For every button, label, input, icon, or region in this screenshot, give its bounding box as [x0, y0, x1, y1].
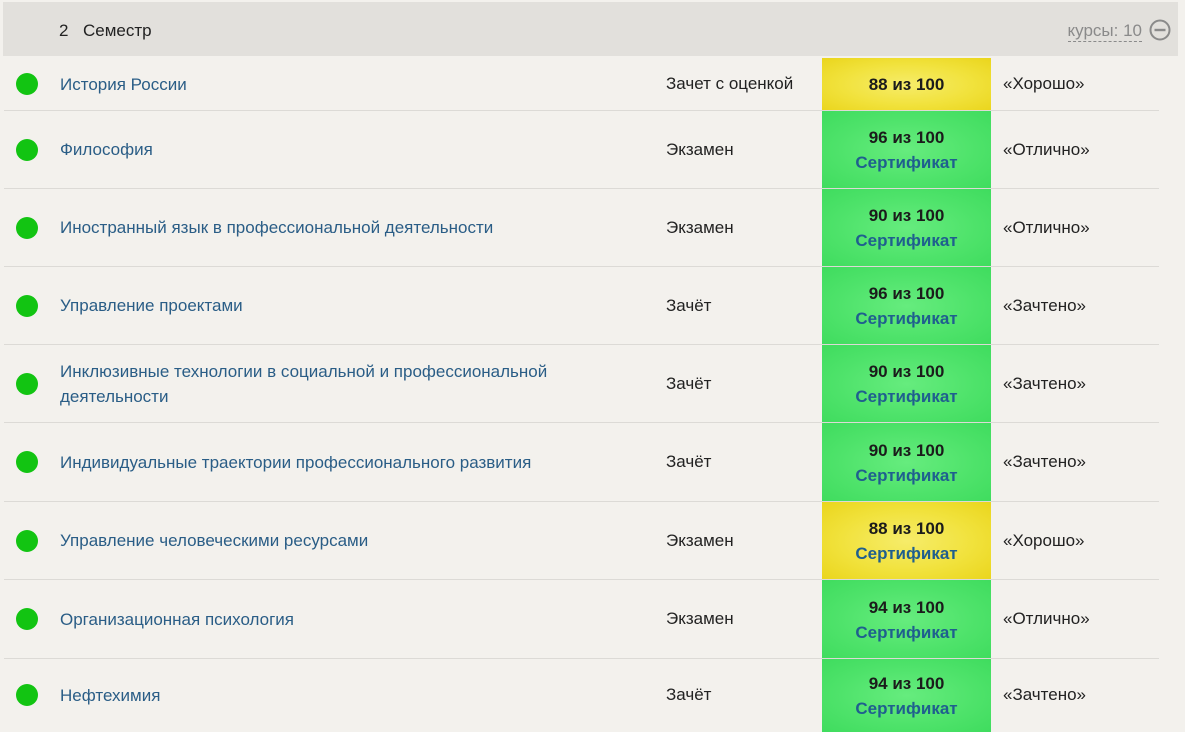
control-type: Экзамен — [666, 530, 734, 550]
green-dot-icon — [16, 138, 38, 161]
course-row: История России Зачет с оценкой 88 из 100 «Х… — [0, 58, 1185, 111]
score-cell: 96 из 100 Сертификат — [822, 267, 991, 345]
course-name-link[interactable]: Индивидуальные траектории профессиональн… — [60, 450, 620, 475]
semester-number: 2 — [59, 21, 69, 40]
course-name-link[interactable]: Управление проектами — [60, 293, 620, 318]
green-dot-icon — [16, 684, 38, 706]
green-dot-icon — [16, 73, 38, 95]
certificate-link[interactable]: Сертификат — [855, 463, 957, 488]
green-dot-icon — [16, 451, 38, 473]
score-value: 88 из 100 — [868, 519, 945, 538]
certificate-link[interactable]: Сертификат — [855, 384, 957, 409]
green-dot-icon — [16, 529, 38, 552]
score-cell: 90 из 100 Сертификат — [822, 423, 991, 502]
certificate-link[interactable]: Сертификат — [855, 150, 957, 175]
certificate-link[interactable]: Сертификат — [855, 228, 957, 253]
certificate-link[interactable]: Сертификат — [855, 541, 957, 566]
grades-page: 2 Семестр курсы: 10 История России Зачет … — [0, 0, 1185, 732]
control-type: Экзамен — [666, 217, 734, 237]
course-row: Инклюзивные технологии в социальной и пр… — [0, 345, 1185, 423]
score-cell: 94 из 100 Сертификат — [822, 659, 991, 732]
course-name-link[interactable]: Организационная психология — [60, 607, 620, 632]
course-row: Индивидуальные траектории профессиональн… — [0, 423, 1185, 502]
grade-text: «Отлично» — [1003, 217, 1090, 237]
score-value: 90 из 100 — [868, 440, 945, 460]
score-value: 96 из 100 — [868, 284, 945, 303]
control-type: Зачёт — [666, 685, 712, 704]
green-dot-icon — [16, 216, 38, 239]
course-row: Нефтехимия Зачёт 94 из 100 Сертификат «Зачте… — [0, 659, 1185, 732]
semester-header[interactable]: 2 Семестр курсы: 10 — [3, 2, 1178, 56]
green-dot-icon — [16, 608, 38, 630]
score-cell: 88 из 100 — [822, 58, 991, 111]
course-row: Управление проектами Зачёт 96 из 100 Сертиф… — [0, 267, 1185, 345]
grade-text: «Зачтено» — [1003, 685, 1087, 704]
score-cell: 94 из 100 Сертификат — [822, 580, 991, 659]
grade-text: «Хорошо» — [1003, 530, 1085, 550]
course-name-link[interactable]: Философия — [60, 137, 620, 162]
grade-text: «Хорошо» — [1003, 74, 1085, 93]
course-name-link[interactable]: Иностранный язык в профессиональной деят… — [60, 215, 620, 240]
course-row: Иностранный язык в профессиональной деят… — [0, 189, 1185, 267]
score-value: 88 из 100 — [868, 75, 945, 94]
score-cell: 90 из 100 Сертификат — [822, 189, 991, 267]
course-name-link[interactable]: Управление человеческими ресурсами — [60, 528, 620, 553]
green-dot-icon — [16, 294, 38, 317]
control-type: Зачёт — [666, 295, 712, 315]
green-dot-icon — [16, 372, 38, 395]
courses-count-link[interactable]: курсы: 10 — [1067, 21, 1142, 42]
score-value: 94 из 100 — [868, 597, 945, 617]
grade-text: «Зачтено» — [1003, 452, 1087, 471]
score-value: 94 из 100 — [868, 673, 945, 693]
grade-text: «Зачтено» — [1003, 373, 1087, 393]
control-type: Зачет с оценкой — [666, 74, 794, 93]
course-row: Философия Экзамен 96 из 100 Сертификат «Отли… — [0, 111, 1185, 189]
course-row: Организационная психология Экзамен 94 из 1… — [0, 580, 1185, 659]
certificate-link[interactable]: Сертификат — [855, 696, 957, 721]
score-cell: 90 из 100 Сертификат — [822, 345, 991, 423]
score-cell: 88 из 100 Сертификат — [822, 502, 991, 580]
certificate-link[interactable]: Сертификат — [855, 620, 957, 645]
grade-text: «Зачтено» — [1003, 295, 1087, 315]
course-name-link[interactable]: История России — [60, 72, 620, 97]
certificate-link[interactable]: Сертификат — [855, 306, 957, 331]
course-name-link[interactable]: Нефтехимия — [60, 683, 620, 708]
control-type: Зачёт — [666, 373, 712, 393]
grade-text: «Отлично» — [1003, 139, 1090, 159]
score-value: 90 из 100 — [868, 362, 945, 381]
score-cell: 96 из 100 Сертификат — [822, 111, 991, 189]
score-value: 90 из 100 — [868, 206, 945, 225]
grade-text: «Отлично» — [1003, 609, 1090, 628]
course-row: Управление человеческими ресурсами Экзаме… — [0, 502, 1185, 580]
semester-label: Семестр — [83, 21, 152, 40]
control-type: Экзамен — [666, 139, 734, 159]
minus-circle-icon[interactable] — [1149, 19, 1171, 41]
course-name-link[interactable]: Инклюзивные технологии в социальной и пр… — [60, 359, 620, 409]
control-type: Зачёт — [666, 452, 712, 471]
score-value: 96 из 100 — [868, 128, 945, 147]
control-type: Экзамен — [666, 609, 734, 628]
